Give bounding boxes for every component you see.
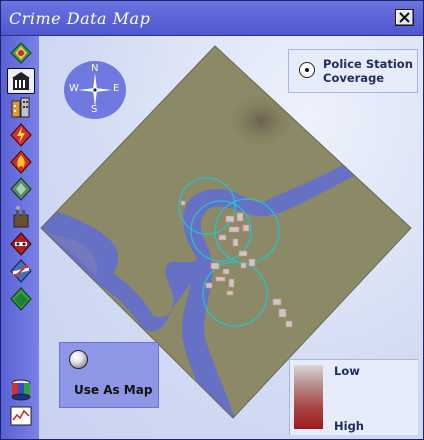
crime-scale-legend: Low High	[289, 359, 418, 435]
scale-low-label: Low	[334, 364, 360, 378]
compass-south: S	[91, 104, 98, 115]
compass-north: N	[91, 63, 99, 74]
coverage-legend: Police Station Coverage	[288, 49, 418, 93]
use-as-map-label: Use As Map	[74, 383, 153, 397]
police-station-marker-icon	[299, 62, 315, 78]
use-as-map-option[interactable]: Use As Map	[59, 342, 159, 408]
compass: N S E W	[64, 61, 126, 119]
crime-data-map-window: Crime Data Map N S E W Police Station Co…	[0, 0, 424, 440]
legend-label: Police Station Coverage	[323, 57, 413, 85]
crime-scale-gradient	[294, 365, 323, 429]
scale-high-label: High	[334, 419, 364, 433]
use-as-map-radio[interactable]	[69, 350, 88, 369]
compass-west: W	[69, 83, 79, 94]
compass-east: E	[113, 83, 120, 94]
